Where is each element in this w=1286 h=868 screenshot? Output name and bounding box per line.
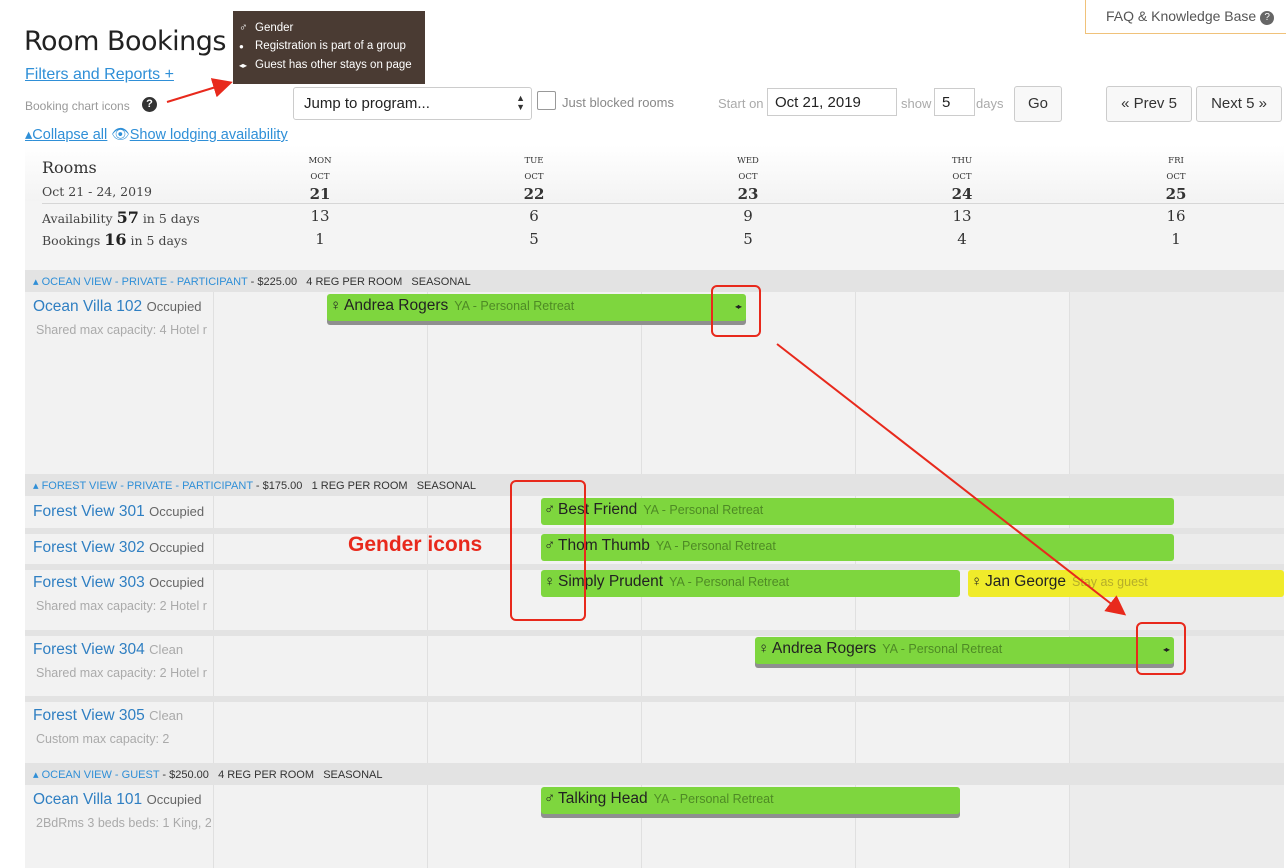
arrow-to-other-stay [776, 343, 1127, 616]
annotation-arrows [166, 78, 1127, 616]
arrow-to-icons-help [166, 78, 233, 103]
